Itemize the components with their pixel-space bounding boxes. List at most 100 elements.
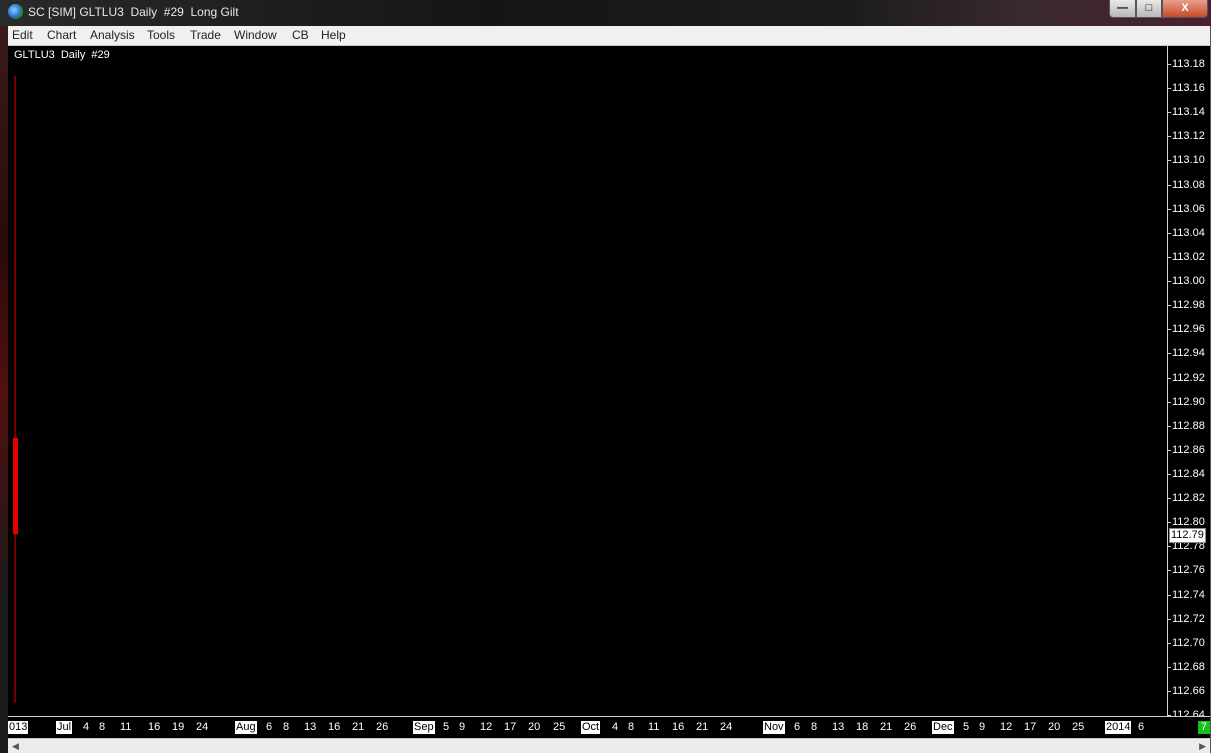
price-tick-label: 113.12: [1172, 130, 1205, 143]
close-button[interactable]: X: [1162, 0, 1208, 18]
price-tick: [1168, 401, 1171, 403]
date-axis-day-label: 18: [856, 721, 869, 733]
price-tick: [1168, 449, 1171, 451]
price-tick-label: 112.74: [1172, 588, 1205, 601]
globe-icon: [8, 4, 23, 19]
price-tick-label: 112.76: [1172, 564, 1205, 577]
date-axis-month-label: Jul: [56, 721, 73, 734]
price-tick: [1168, 425, 1171, 427]
price-tick-label: 113.06: [1172, 202, 1205, 215]
price-tick: [1168, 64, 1171, 65]
date-axis-day-label: 24: [720, 721, 733, 733]
price-tick-label: 113.18: [1172, 58, 1205, 70]
date-axis-day-label: 21: [352, 721, 365, 733]
price-tick: [1168, 473, 1171, 475]
price-tick: [1168, 305, 1171, 307]
price-tick: [1168, 498, 1171, 500]
date-axis-day-label: 21: [696, 721, 709, 733]
price-tick: [1168, 377, 1171, 379]
date-axis-day-label: 26: [904, 721, 917, 733]
price-tick: [1168, 112, 1171, 114]
menu-tools[interactable]: Tools: [147, 28, 175, 42]
date-axis-day-label: 6: [266, 721, 273, 733]
date-axis-day-label: 25: [1072, 721, 1085, 733]
date-axis-day-label: 12: [480, 721, 493, 733]
price-tick-label: 112.82: [1172, 492, 1205, 505]
price-tick: [1168, 546, 1171, 548]
date-axis-day-label: 8: [283, 721, 290, 733]
price-tick: [1168, 184, 1171, 186]
date-axis-day-label: 4: [83, 721, 90, 733]
price-tick: [1168, 232, 1171, 234]
price-tick: [1168, 666, 1171, 668]
price-tick: [1168, 256, 1171, 258]
horizontal-scrollbar[interactable]: ◀ ▶: [8, 738, 1210, 753]
candlestick-plot: [13, 76, 18, 704]
date-axis-day-label: 9: [979, 721, 986, 733]
menu-chart[interactable]: Chart: [47, 28, 76, 42]
date-axis-day-label: 6: [1138, 721, 1145, 733]
price-tick-label: 112.80: [1172, 516, 1205, 529]
date-axis[interactable]: 013 Jul 4 8 11 16 19 24 Aug 6 8 13 16 21 26 Sep 5 9 12 17 20…: [8, 716, 1167, 738]
price-tick: [1168, 329, 1171, 331]
menu-help[interactable]: Help: [321, 28, 346, 42]
price-tick-label: 112.84: [1172, 467, 1205, 480]
title-bar[interactable]: SC [SIM] GLTLU3 Daily #29 Long Gilt — □ …: [0, 0, 1211, 26]
price-tick-label: 112.92: [1172, 371, 1205, 384]
price-axis[interactable]: 113.18 113.16 113.14 113.12 113.10 113.08 113.…: [1167, 46, 1210, 721]
date-axis-day-label: 13: [304, 721, 317, 733]
date-axis-day-label: 6: [794, 721, 801, 733]
price-tick-label: 112.90: [1172, 395, 1205, 408]
price-tick-label: 113.08: [1172, 178, 1205, 191]
price-tick: [1168, 691, 1171, 692]
price-tick-label: 112.88: [1172, 419, 1205, 432]
date-axis-day-label: 9: [459, 721, 466, 733]
maximize-button[interactable]: □: [1136, 0, 1162, 18]
date-axis-day-label: 12: [1000, 721, 1013, 733]
price-tick: [1168, 208, 1171, 210]
date-axis-day-label: 20: [528, 721, 541, 733]
menu-window[interactable]: Window: [234, 28, 277, 42]
date-axis-day-label: 24: [196, 721, 209, 733]
date-axis-day-label: 8: [628, 721, 635, 733]
last-price-label: 112.79: [1169, 528, 1206, 543]
date-axis-day-label: 5: [443, 721, 450, 733]
date-axis-day-label: 16: [148, 721, 161, 733]
date-axis-day-label: 25: [553, 721, 566, 733]
date-axis-month-label: Sep: [413, 721, 435, 734]
price-tick-label: 112.98: [1172, 299, 1205, 312]
date-axis-day-label: 16: [672, 721, 685, 733]
price-tick-label: 112.86: [1172, 443, 1205, 456]
price-tick-label: 113.16: [1172, 82, 1205, 95]
bar-count-badge: 7: [1197, 721, 1210, 734]
window-left-frame: [0, 26, 8, 753]
price-tick: [1168, 618, 1171, 620]
date-axis-day-label: 17: [1024, 721, 1037, 733]
date-axis-month-label: 2014: [1105, 721, 1132, 734]
menu-edit[interactable]: Edit: [12, 28, 33, 42]
price-tick: [1168, 353, 1171, 355]
minimize-button[interactable]: —: [1109, 0, 1136, 18]
menu-trade[interactable]: Trade: [190, 28, 221, 42]
price-tick: [1168, 281, 1171, 283]
price-tick-label: 112.96: [1172, 323, 1205, 336]
chart-plot-area[interactable]: GLTLU3 Daily #29: [8, 46, 1167, 716]
date-axis-day-label: 26: [376, 721, 389, 733]
date-axis-day-label: 11: [648, 721, 660, 733]
price-tick-label: 113.10: [1172, 154, 1205, 167]
menu-cb[interactable]: CB: [292, 28, 309, 42]
date-axis-month-label: Oct: [581, 721, 601, 734]
scroll-right-icon[interactable]: ▶: [1199, 741, 1206, 752]
date-axis-day-label: 8: [811, 721, 818, 733]
menu-analysis[interactable]: Analysis: [90, 28, 135, 42]
price-tick: [1168, 570, 1171, 572]
date-axis-day-label: 5: [963, 721, 970, 733]
price-tick: [1168, 88, 1171, 90]
date-axis-day-label: 21: [880, 721, 893, 733]
scroll-left-icon[interactable]: ◀: [12, 741, 19, 752]
price-tick-label: 113.14: [1172, 106, 1205, 119]
price-tick-label: 112.70: [1172, 636, 1205, 649]
date-axis-day-label: 17: [504, 721, 517, 733]
price-tick-label: 112.66: [1172, 685, 1205, 697]
date-axis-day-label: 19: [172, 721, 185, 733]
